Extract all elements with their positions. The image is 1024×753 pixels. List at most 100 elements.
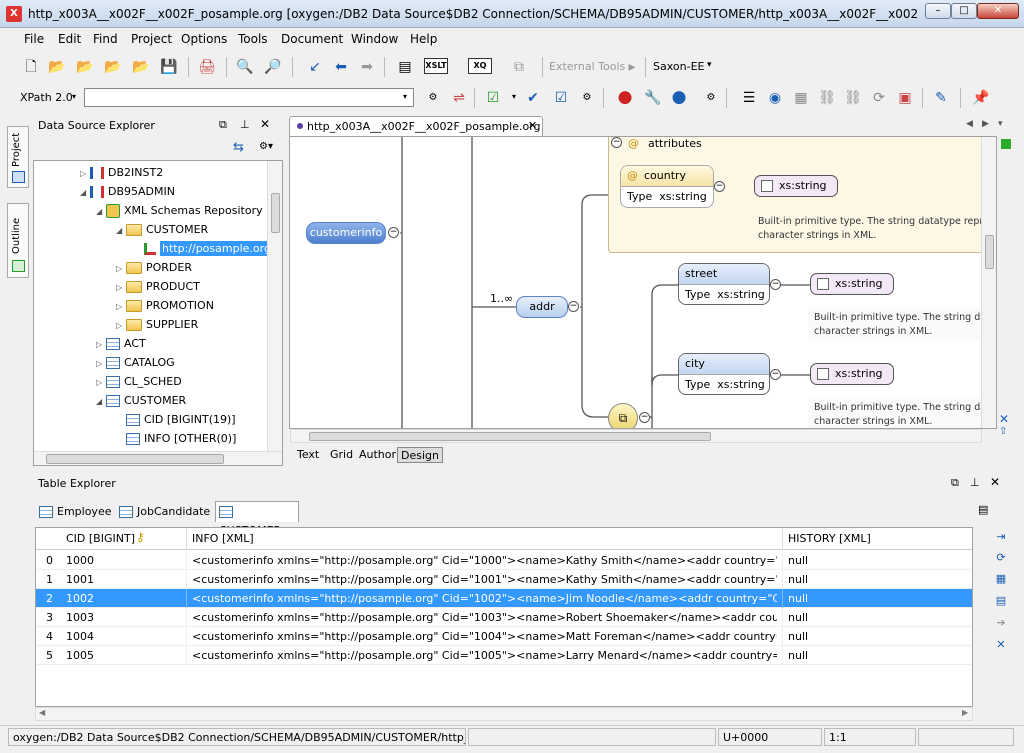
restore-icon[interactable]: ⧉ <box>219 118 227 132</box>
mode-tab-author[interactable]: Author <box>359 447 396 463</box>
tree-toggle-icon[interactable]: ▷ <box>116 259 126 278</box>
refresh-icon[interactable]: ⟳ <box>870 89 888 107</box>
close-icon[interactable]: ✕ <box>990 475 1000 489</box>
tree-horizontal-scrollbar[interactable] <box>34 451 282 465</box>
commit-icon[interactable]: ➔ <box>994 616 1008 630</box>
menu-project[interactable]: Project <box>131 32 172 46</box>
collapse-sequence-button[interactable]: − <box>639 412 650 423</box>
refresh-table-icon[interactable]: ⟳ <box>994 551 1008 565</box>
xquery-debugger-icon[interactable]: XQ <box>468 58 492 74</box>
customer-table[interactable]: CID [BIGINT] ⚷ INFO [XML] HISTORY [XML] … <box>35 527 973 707</box>
maximize-button[interactable]: □ <box>951 3 977 19</box>
delete-row-icon[interactable]: ✕ <box>994 638 1008 652</box>
collapse-root-button[interactable]: − <box>388 227 399 238</box>
column-header-cid[interactable]: CID [BIGINT] <box>66 532 135 545</box>
table-row[interactable]: 3 1003 <customerinfo xmlns="http://posampl… <box>36 608 972 627</box>
close-tab-icon[interactable]: ✕ <box>528 119 537 132</box>
menu-file[interactable]: File <box>24 32 44 46</box>
xpath-run-icon[interactable]: ⇌ <box>450 89 468 107</box>
browse-icon[interactable]: 📂 <box>132 58 150 76</box>
editor-vertical-scrollbar[interactable] <box>981 137 996 428</box>
menu-help[interactable]: Help <box>410 32 437 46</box>
scroll-tabs-left-icon[interactable]: ◀ <box>966 119 973 129</box>
tree-item[interactable]: ▷ PROMOTION <box>116 296 214 315</box>
back-icon[interactable]: ⬅ <box>332 58 350 76</box>
external-tools-label[interactable]: External Tools <box>549 60 625 73</box>
xpath-settings-icon[interactable]: ⚙ <box>424 89 442 107</box>
database-icon[interactable]: ⧉ <box>510 58 528 76</box>
menu-window[interactable]: Window <box>351 32 398 46</box>
table-tab-employee[interactable]: Employee <box>39 502 115 521</box>
print-icon[interactable]: 🖨 <box>198 58 216 76</box>
validation-options-icon[interactable]: ⚙ <box>578 89 596 107</box>
tree-item[interactable]: ◢ DB95ADMIN <box>80 182 175 201</box>
tree-item[interactable]: ▷ CL_SCHED <box>96 372 182 391</box>
configure-transformation-icon[interactable]: 🔧 <box>644 89 662 107</box>
edit-icon[interactable]: ✎ <box>932 89 950 107</box>
table-row[interactable]: 1 1001 <customerinfo xmlns="http://posampl… <box>36 570 972 589</box>
xslt-debugger-icon[interactable]: XSLT <box>424 58 448 74</box>
tree-item[interactable]: INFO [OTHER(0)] <box>116 429 236 448</box>
tree-toggle-icon[interactable]: ◢ <box>80 183 90 202</box>
tree-toggle-icon[interactable]: ◢ <box>96 392 106 411</box>
chevron-down-icon[interactable]: ▾ <box>512 92 516 101</box>
column-header-info[interactable]: INFO [XML] <box>192 532 254 545</box>
menu-tools[interactable]: Tools <box>238 32 268 46</box>
table-tab-jobcandidate[interactable]: JobCandidate <box>119 502 211 521</box>
components-icon[interactable]: ⛓ <box>844 89 862 107</box>
tree-item[interactable]: ◢ XML Schemas Repository <box>96 201 263 220</box>
tree-toggle-icon[interactable]: ◢ <box>116 221 126 240</box>
tree-item[interactable]: ▷ PORDER <box>116 258 192 277</box>
xpath-version-label[interactable]: XPath 2.0 <box>20 91 73 104</box>
find-icon[interactable]: 🔍 <box>236 58 254 76</box>
validate-icon[interactable]: ☑ <box>484 89 502 107</box>
schema-icon[interactable]: ◉ <box>766 89 784 107</box>
collapse-street-button[interactable]: − <box>770 279 781 290</box>
transformation-settings-icon[interactable]: ⚙ <box>702 89 720 107</box>
hierarchy-icon[interactable]: ⛓ <box>818 89 836 107</box>
generate-doc-icon[interactable]: ▦ <box>792 89 810 107</box>
mode-tab-grid[interactable]: Grid <box>330 447 353 463</box>
transformer-select[interactable]: Saxon-EE <box>653 60 704 73</box>
column-header-history[interactable]: HISTORY [XML] <box>788 532 871 545</box>
new-file-icon[interactable]: 🗋 <box>22 58 40 76</box>
tree-toggle-icon[interactable]: ▷ <box>96 335 106 354</box>
collapse-country-button[interactable]: − <box>714 181 725 192</box>
format-indent-icon[interactable]: ☰ <box>740 89 758 107</box>
chevron-down-icon[interactable]: ▾ <box>403 92 407 101</box>
close-icon[interactable]: ✕ <box>260 117 270 131</box>
collapse-addr-button[interactable]: − <box>568 301 579 312</box>
table-tab-customer[interactable]: CUSTOMER <box>215 501 299 537</box>
mode-tab-design[interactable]: Design <box>397 447 443 463</box>
tree-item[interactable]: ▷ ACT <box>96 334 146 353</box>
view-menu-icon[interactable]: ⚙▾ <box>259 141 273 152</box>
find-in-files-icon[interactable]: 🔎 <box>264 58 282 76</box>
type-ref-xs-string[interactable]: xs:string <box>810 273 894 295</box>
zoom-arrows-icon[interactable]: ✕ <box>999 412 1009 426</box>
link-with-editor-icon[interactable]: ⇆ <box>233 140 244 155</box>
tree-toggle-icon[interactable]: ▷ <box>116 297 126 316</box>
run-external-icon[interactable]: ▸ <box>623 58 641 76</box>
tree-vertical-scrollbar[interactable] <box>267 161 282 451</box>
up-arrow-icon[interactable]: ⇧ <box>999 426 1007 437</box>
addr-element-node[interactable]: addr <box>516 296 568 318</box>
tree-item[interactable]: ▷ CATALOG <box>96 353 175 372</box>
scroll-tabs-right-icon[interactable]: ▶ <box>982 119 989 129</box>
project-side-tab[interactable]: Project <box>7 126 29 188</box>
tree-toggle-icon[interactable]: ▷ <box>116 278 126 297</box>
root-element-node[interactable]: customerinfo <box>306 222 386 244</box>
pin-icon[interactable]: 📌 <box>972 89 990 107</box>
table-row[interactable]: 5 1005 <customerinfo xmlns="http://posampl… <box>36 646 972 665</box>
check-wellformed-icon[interactable]: ☑ <box>552 89 570 107</box>
debug-transformation-icon[interactable]: ● <box>670 88 688 106</box>
tabs-menu-icon[interactable]: ▾ <box>998 119 1003 129</box>
minimize-button[interactable]: – <box>925 3 951 19</box>
save-icon[interactable]: 💾 <box>160 58 178 76</box>
outline-side-tab[interactable]: Outline <box>7 203 29 278</box>
tree-item[interactable]: ▷ SUPPLIER <box>116 315 198 334</box>
chevron-down-icon[interactable]: ▾ <box>707 60 712 70</box>
mode-tab-text[interactable]: Text <box>297 447 319 463</box>
pin-icon[interactable]: ⊥ <box>240 118 250 131</box>
attribute-country-node[interactable]: @ country Type xs:string <box>620 165 714 208</box>
tree-toggle-icon[interactable]: ▷ <box>96 354 106 373</box>
